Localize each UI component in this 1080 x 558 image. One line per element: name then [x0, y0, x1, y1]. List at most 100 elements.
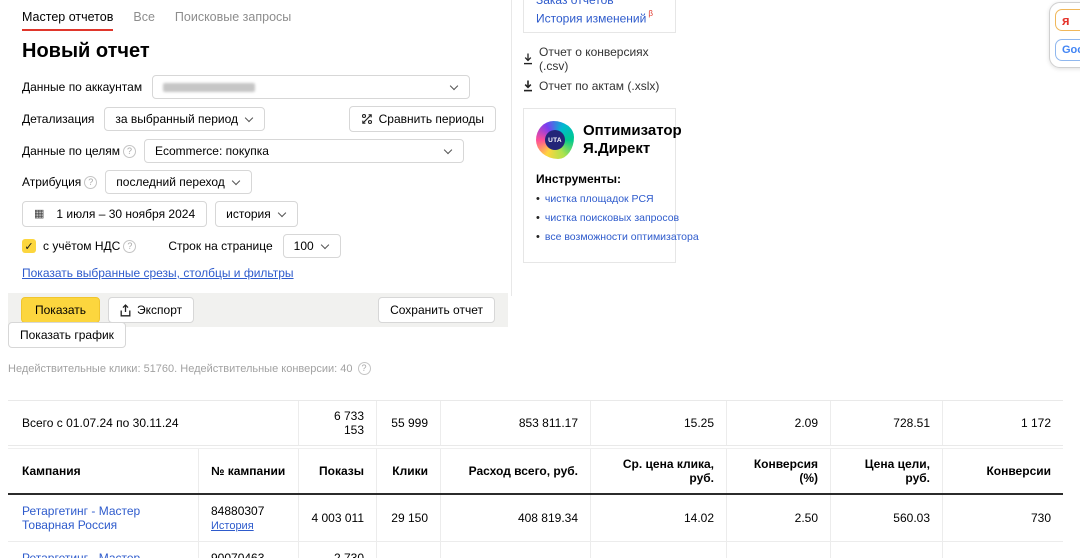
chevron-down-icon — [231, 176, 241, 186]
yandex-icon: я — [1062, 12, 1070, 28]
optimizer-link-item: • чистка площадок РСЯ — [536, 193, 669, 206]
question-icon[interactable]: ? — [123, 239, 137, 253]
campaign-cell: Ретаргетинг - Мастер Товарная Воронежска… — [8, 542, 198, 558]
date-range-button[interactable]: ▦ 1 июля – 30 ноября 2024 — [22, 201, 208, 227]
chevron-down-icon — [449, 81, 459, 91]
optimizer-link-item: • чистка поисковых запросов — [536, 212, 679, 225]
campaign-link[interactable]: Ретаргетинг - Мастер Товарная Воронежска… — [22, 551, 186, 558]
chevron-down-icon — [277, 208, 286, 218]
totals-goal-cost: 728.51 — [830, 401, 942, 445]
show-button[interactable]: Показать — [21, 297, 101, 323]
translate-widget: я Goo — [1049, 2, 1080, 68]
campaign-cell: Ретаргетинг - Мастер Товарная Россия — [8, 495, 198, 541]
optimizer-header: UTA Оптимизатор Я.Директ — [532, 121, 682, 159]
download-icon — [523, 80, 533, 92]
report-form-panel: Мастер отчетов Все Поисковые запросы Нов… — [0, 0, 512, 327]
campaign-id-cell: 90070463 История — [198, 542, 298, 558]
compare-periods-label: Сравнить периоды — [378, 112, 484, 126]
attribution-select[interactable]: последний переход — [105, 170, 252, 194]
campaign-id-cell: 84880307 История — [198, 495, 298, 541]
history-select[interactable]: история — [215, 201, 298, 227]
optimizer-tools-label: Инструменты: — [536, 172, 622, 186]
col-header-conv-rate[interactable]: Конверсия (%) — [726, 449, 830, 493]
totals-label: Всего с 01.07.24 по 30.11.24 — [22, 416, 179, 430]
date-range-value: 1 июля – 30 ноября 2024 — [56, 207, 196, 221]
optimizer-link-all[interactable]: все возможности оптимизатора — [545, 231, 699, 243]
tab-all[interactable]: Все — [133, 10, 155, 29]
rows-per-page-value: 100 — [293, 239, 314, 253]
chevron-down-icon — [244, 113, 254, 123]
slices-row: Показать выбранные срезы, столбцы и филь… — [22, 265, 496, 281]
rows-per-page-label: Строк на странице — [168, 239, 273, 253]
change-history-link[interactable]: История изменений — [536, 11, 646, 25]
conv-rate-cell: 2.50 — [726, 495, 830, 541]
compare-periods-button[interactable]: Сравнить периоды — [348, 106, 496, 132]
clicks-cell: 26 849 — [376, 542, 440, 558]
optimizer-title-line1: Оптимизатор — [583, 122, 682, 139]
clicks-cell: 29 150 — [376, 495, 440, 541]
goals-select[interactable]: Ecommerce: покупка — [143, 139, 464, 163]
optimizer-title: Оптимизатор Я.Директ — [583, 122, 682, 158]
bullet-icon: • — [536, 212, 540, 224]
totals-avg-cpc: 15.25 — [590, 401, 726, 445]
conversions-report-label: Отчет о конверсиях (.csv) — [539, 45, 649, 73]
vat-label: с учётом НДС — [43, 239, 121, 253]
yandex-translate-button[interactable]: я — [1055, 9, 1080, 31]
detail-label: Детализация — [22, 112, 95, 126]
avg-cpc-cell: 14.02 — [590, 495, 726, 541]
optimizer-link-rsya[interactable]: чистка площадок РСЯ — [545, 193, 654, 205]
rows-per-page-select[interactable]: 100 — [282, 234, 341, 258]
totals-impressions: 6 733 153 — [298, 401, 376, 445]
save-report-button[interactable]: Сохранить отчет — [378, 297, 495, 323]
acts-report-link[interactable]: Отчет по актам (.xslx) — [523, 79, 676, 93]
show-chart-button[interactable]: Показать график — [8, 322, 126, 348]
col-header-campaign-id[interactable]: № кампании — [198, 449, 298, 493]
question-icon[interactable]: ? — [357, 362, 371, 375]
totals-clicks: 55 999 — [376, 401, 440, 445]
bullet-icon: • — [536, 231, 540, 243]
col-header-impressions[interactable]: Показы — [298, 449, 376, 493]
detail-row: Детализация за выбранный период Сравнить… — [22, 106, 496, 132]
google-translate-button[interactable]: Goo — [1055, 39, 1080, 61]
conversions-report-link[interactable]: Отчет о конверсиях (.csv) — [523, 45, 676, 73]
tab-search-queries[interactable]: Поисковые запросы — [175, 10, 291, 29]
col-header-campaign[interactable]: Кампания — [8, 449, 198, 493]
history-link[interactable]: История — [211, 520, 254, 532]
question-icon[interactable]: ? — [122, 144, 136, 158]
chevron-down-icon — [320, 240, 329, 250]
optimizer-link-item: • все возможности оптимизатора — [536, 231, 699, 244]
export-label: Экспорт — [137, 303, 183, 317]
goals-row: Данные по целям ? Ecommerce: покупка — [22, 139, 496, 163]
bullet-icon: • — [536, 193, 540, 205]
vat-checkbox[interactable]: ✓ — [22, 239, 36, 253]
tab-report-wizard[interactable]: Мастер отчетов — [22, 10, 114, 31]
goals-select-value: Ecommerce: покупка — [154, 144, 269, 158]
download-links: Отчет о конверсиях (.csv) Отчет по актам… — [523, 45, 676, 93]
accounts-select[interactable] — [152, 75, 471, 99]
cost-cell: 408 819.34 — [440, 495, 590, 541]
col-header-conversions[interactable]: Конверсии — [942, 449, 1063, 493]
export-button[interactable]: Экспорт — [108, 297, 195, 323]
goals-label: Данные по целям — [22, 144, 120, 158]
conversions-cell: 442 — [942, 542, 1063, 558]
question-icon[interactable]: ? — [84, 175, 98, 189]
optimizer-link-queries[interactable]: чистка поисковых запросов — [545, 212, 679, 224]
table-row: Ретаргетинг - Мастер Товарная Россия 848… — [8, 495, 1063, 542]
col-header-avg-cpc[interactable]: Ср. цена клика, руб. — [590, 449, 726, 493]
table-row: Ретаргетинг - Мастер Товарная Воронежска… — [8, 542, 1063, 558]
show-slices-link[interactable]: Показать выбранные срезы, столбцы и филь… — [22, 266, 294, 280]
uta-logo-text: UTA — [545, 130, 565, 150]
accounts-redacted-value — [163, 82, 256, 92]
campaign-link[interactable]: Ретаргетинг - Мастер Товарная Россия — [22, 504, 186, 532]
invalid-clicks-note: Недействительные клики: 51760. Недействи… — [8, 362, 379, 375]
history-select-value: история — [226, 207, 271, 221]
detail-select[interactable]: за выбранный период — [104, 107, 266, 131]
order-reports-link[interactable]: Заказ отчетов — [536, 0, 614, 7]
totals-conv-rate: 2.09 — [726, 401, 830, 445]
col-header-goal-cost[interactable]: Цена цели, руб. — [830, 449, 942, 493]
beta-badge: β — [648, 9, 653, 18]
col-header-cost[interactable]: Расход всего, руб. — [440, 449, 590, 493]
date-row: ▦ 1 июля – 30 ноября 2024 история — [22, 201, 496, 227]
calendar-icon: ▦ — [34, 207, 45, 220]
col-header-clicks[interactable]: Клики — [376, 449, 440, 493]
